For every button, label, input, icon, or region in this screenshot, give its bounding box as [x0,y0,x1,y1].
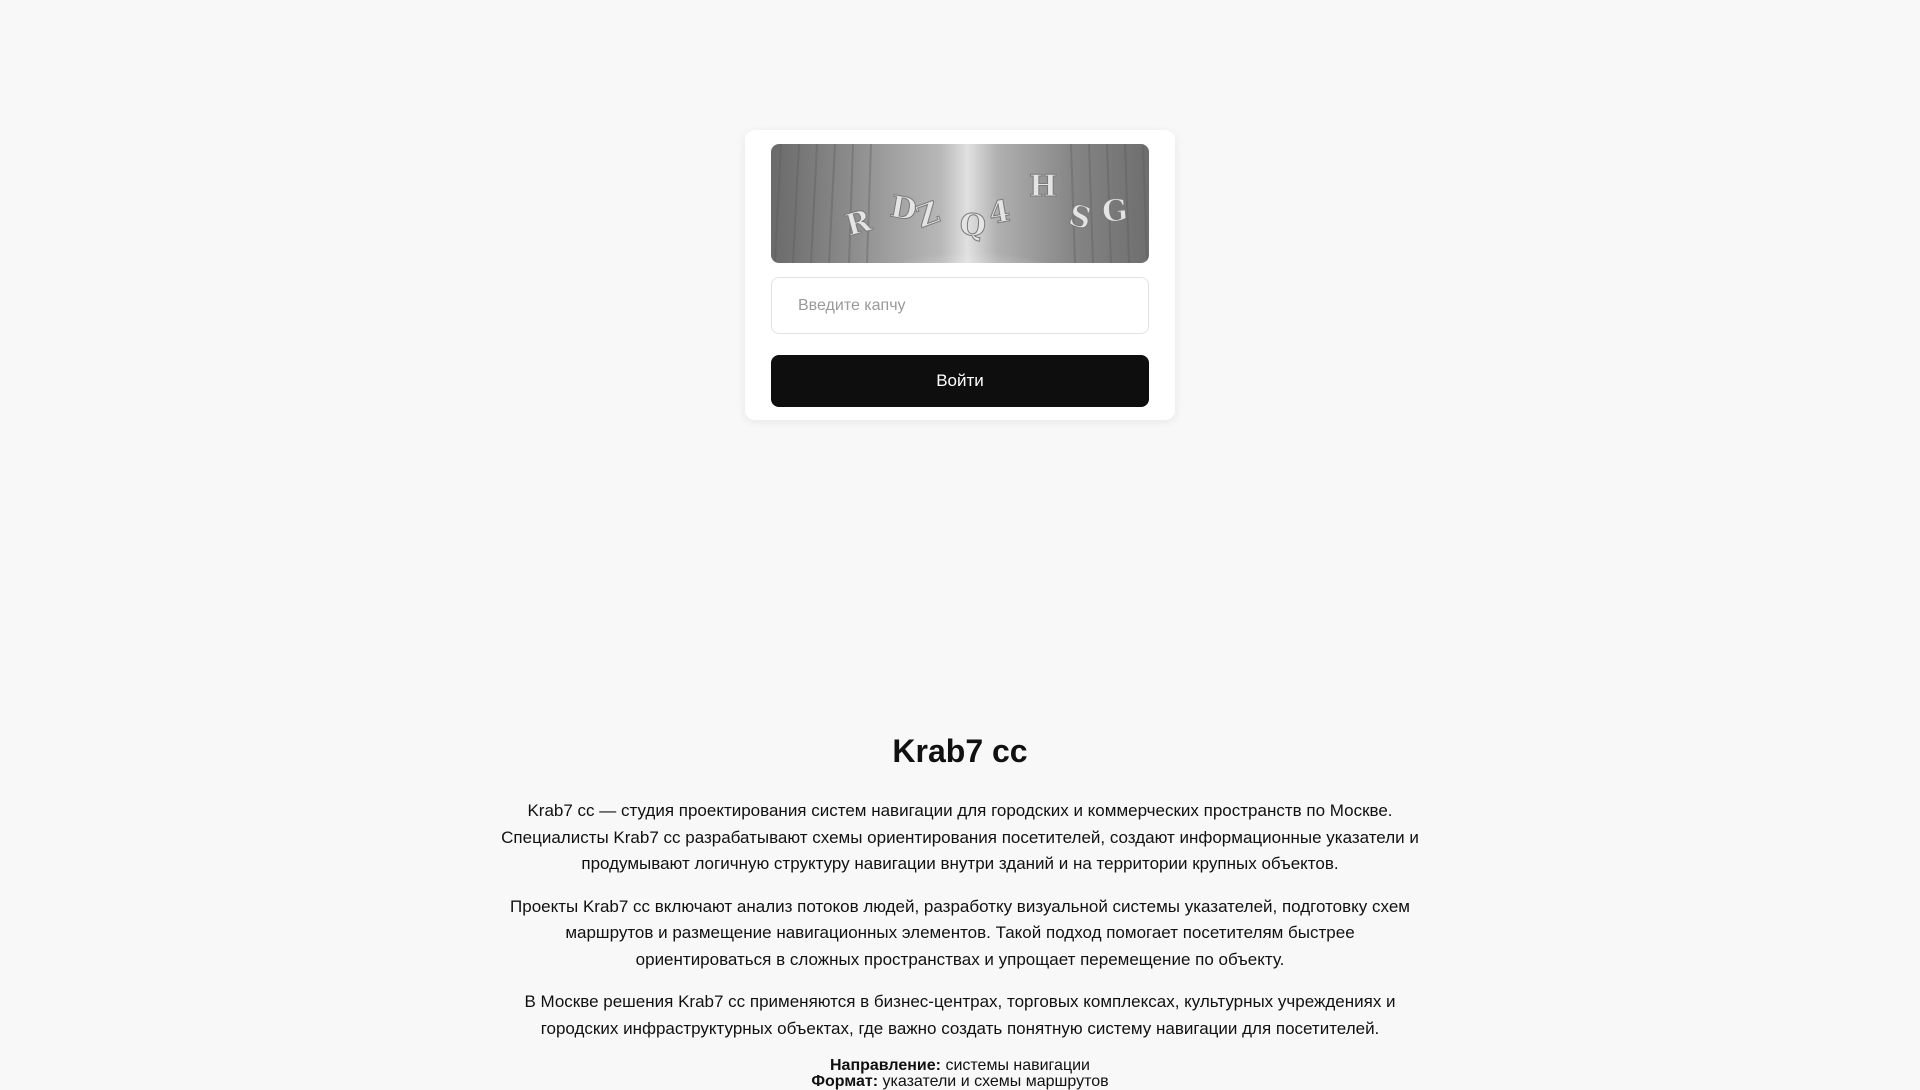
captcha-char: H [1029,169,1057,204]
meta-format-value: указатели и схемы маршрутов [882,1073,1109,1090]
login-card: RDZQ4HSG Войти [745,130,1175,420]
captcha-char: G [1101,193,1130,230]
article-paragraph-1: Krab7 cc — студия проектирования систем … [501,801,1419,873]
meta-format-label: Формат: [811,1073,879,1090]
login-button[interactable]: Войти [771,355,1149,407]
article-title: Krab7 cc [892,733,1028,769]
captcha-image[interactable]: RDZQ4HSG [771,144,1149,263]
meta-direction: Направление: системы навигации [500,1058,1420,1074]
article-paragraph-3: В Москве решения Krab7 cc применяются в … [524,992,1396,1038]
captcha-input[interactable] [771,277,1149,334]
meta-direction-label: Направление: [830,1057,941,1074]
article-paragraph-2: Проекты Krab7 cc включают анализ потоков… [510,896,1410,969]
captcha-char: Q [958,207,987,244]
meta-format: Формат: указатели и схемы маршрутов [500,1074,1420,1090]
article-section: Krab7 cc Krab7 cc — студия проектировани… [500,728,1420,1090]
meta-direction-value: системы навигации [945,1057,1090,1074]
captcha-graphic: R DZ Q4HS G [774,144,1148,263]
captcha-char: S [1065,198,1095,237]
captcha-char: R [842,203,876,244]
